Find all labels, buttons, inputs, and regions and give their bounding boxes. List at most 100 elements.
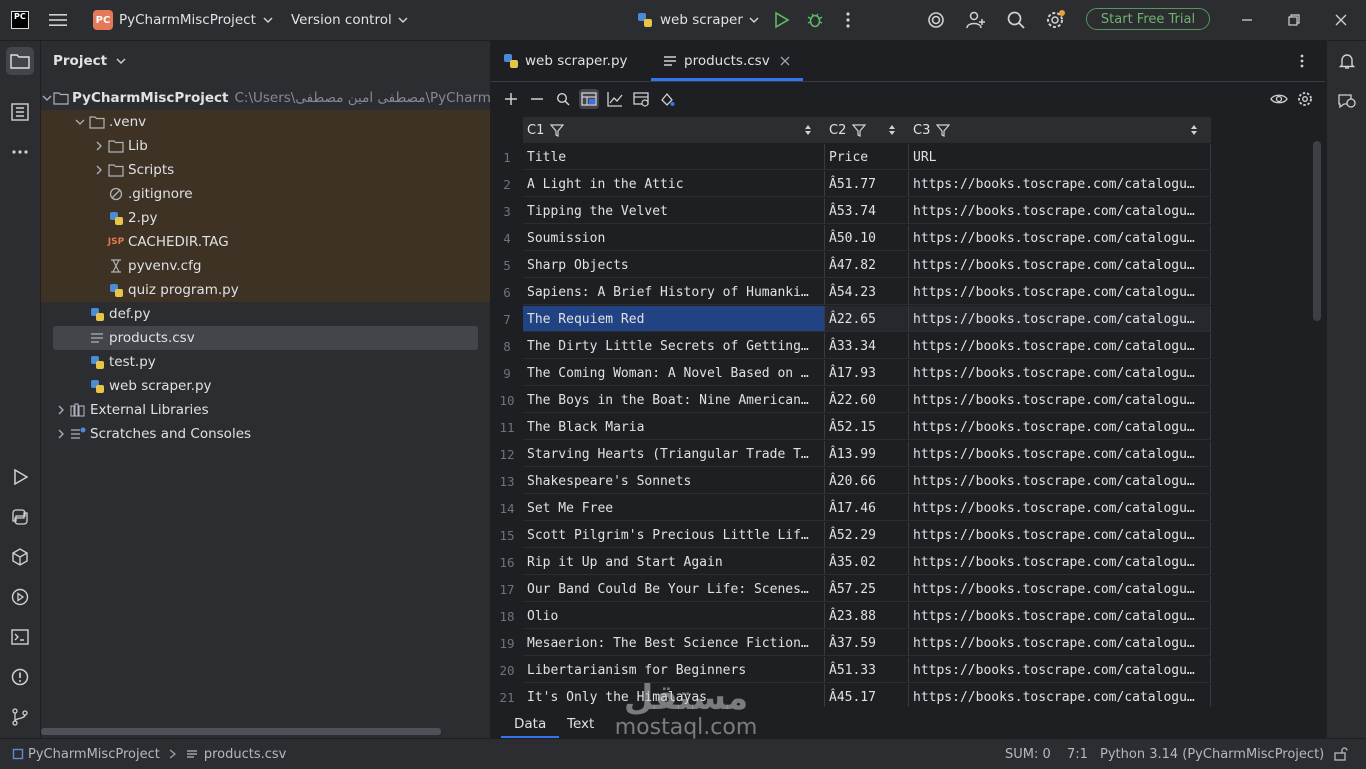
cell-title[interactable]: Rip it Up and Start Again bbox=[523, 549, 825, 575]
cell-price[interactable]: Â22.60 bbox=[825, 387, 909, 413]
tree-item-products-csv[interactable]: products.csv bbox=[53, 326, 478, 350]
problems-tool-button[interactable] bbox=[8, 665, 32, 689]
project-panel-header[interactable]: Project bbox=[53, 53, 127, 69]
close-window-button[interactable] bbox=[1334, 0, 1348, 40]
table-row[interactable]: 1 Title Price URL bbox=[491, 144, 1211, 171]
project-selector[interactable]: PC PyCharmMiscProject bbox=[93, 0, 275, 40]
chevron-right-icon[interactable] bbox=[93, 164, 105, 176]
cell-title[interactable]: Scott Pilgrim's Precious Little Lif… bbox=[523, 522, 825, 548]
tree-item-def-py[interactable]: def.py bbox=[41, 302, 490, 326]
filter-icon[interactable] bbox=[550, 123, 565, 137]
tab-data-view[interactable]: Data bbox=[501, 709, 560, 738]
cell-title[interactable]: Sharp Objects bbox=[523, 252, 825, 278]
breadcrumb-file[interactable]: products.csv bbox=[204, 747, 287, 762]
minimize-window-button[interactable] bbox=[1240, 0, 1254, 40]
cell-title[interactable]: The Coming Woman: A Novel Based on … bbox=[523, 360, 825, 386]
delete-row-button[interactable] bbox=[527, 89, 547, 109]
cell-title[interactable]: The Dirty Little Secrets of Getting… bbox=[523, 333, 825, 359]
column-header-c3[interactable]: C3 bbox=[909, 117, 1211, 143]
close-tab-icon[interactable] bbox=[779, 55, 791, 67]
sort-icon[interactable] bbox=[1189, 124, 1199, 136]
cell-url[interactable]: https://books.toscrape.com/catalogu… bbox=[909, 468, 1211, 494]
table-row[interactable]: 19 Mesaerion: The Best Science Fiction… Â3… bbox=[491, 630, 1211, 657]
git-tool-button[interactable] bbox=[8, 705, 32, 729]
settings-button[interactable] bbox=[1045, 0, 1067, 40]
vertical-scrollbar[interactable] bbox=[1313, 141, 1321, 321]
cell-price[interactable]: Â37.59 bbox=[825, 630, 909, 656]
cell-url[interactable]: https://books.toscrape.com/catalogu… bbox=[909, 306, 1211, 332]
run-config-selector[interactable]: web scraper bbox=[636, 0, 761, 40]
caret-position[interactable]: 7:1 bbox=[1067, 739, 1088, 769]
notifications-button[interactable] bbox=[1335, 49, 1359, 73]
table-row[interactable]: 12 Starving Hearts (Triangular Trade T… Â1… bbox=[491, 441, 1211, 468]
chevron-right-icon[interactable] bbox=[55, 404, 67, 416]
cell-url[interactable]: https://books.toscrape.com/catalogu… bbox=[909, 387, 1211, 413]
tree-root-project[interactable]: PyCharmMiscProject C:\Users\مصطفى امين مص… bbox=[41, 86, 490, 110]
table-row[interactable]: 2 A Light in the Attic Â51.77 https://books… bbox=[491, 171, 1211, 198]
cell-price[interactable]: Â20.66 bbox=[825, 468, 909, 494]
cell-title[interactable]: The Black Maria bbox=[523, 414, 825, 440]
breadcrumb-project[interactable]: PyCharmMiscProject bbox=[28, 747, 160, 762]
table-row[interactable]: 6 Sapiens: A Brief History of Humanki… Â54… bbox=[491, 279, 1211, 306]
tree-item-2-py[interactable]: 2.py bbox=[41, 206, 490, 230]
cell-url[interactable]: https://books.toscrape.com/catalogu… bbox=[909, 576, 1211, 602]
table-row[interactable]: 9 The Coming Woman: A Novel Based on … Â17… bbox=[491, 360, 1211, 387]
cell-url[interactable]: https://books.toscrape.com/catalogu… bbox=[909, 549, 1211, 575]
tree-item-gitignore[interactable]: .gitignore bbox=[41, 182, 490, 206]
cell-title[interactable]: Tipping the Velvet bbox=[523, 198, 825, 224]
cell-url[interactable]: https://books.toscrape.com/catalogu… bbox=[909, 603, 1211, 629]
tree-item-pyvenv-cfg[interactable]: pyvenv.cfg bbox=[41, 254, 490, 278]
tree-item-scratches-and-consoles[interactable]: Scratches and Consoles bbox=[41, 422, 490, 446]
selection-sum[interactable]: SUM: 0 bbox=[1005, 739, 1051, 769]
chevron-right-icon[interactable] bbox=[55, 428, 67, 440]
table-row[interactable]: 14 Set Me Free Â17.46 https://books.toscrap… bbox=[491, 495, 1211, 522]
chart-view-button[interactable] bbox=[605, 89, 625, 109]
cell-url[interactable]: URL bbox=[909, 144, 1211, 170]
cell-title[interactable]: Title bbox=[523, 144, 825, 170]
table-settings-button[interactable] bbox=[1295, 89, 1315, 109]
cell-url[interactable]: https://books.toscrape.com/catalogu… bbox=[909, 252, 1211, 278]
cell-url[interactable]: https://books.toscrape.com/catalogu… bbox=[909, 495, 1211, 521]
cell-title[interactable]: The Requiem Red bbox=[523, 306, 825, 332]
cell-price[interactable]: Â23.88 bbox=[825, 603, 909, 629]
cell-price[interactable]: Â52.15 bbox=[825, 414, 909, 440]
table-view-toggle[interactable] bbox=[579, 89, 599, 109]
cell-price[interactable]: Â51.33 bbox=[825, 657, 909, 683]
export-data-button[interactable] bbox=[631, 89, 651, 109]
cell-price[interactable]: Â17.46 bbox=[825, 495, 909, 521]
table-row[interactable]: 16 Rip it Up and Start Again Â35.02 https:/… bbox=[491, 549, 1211, 576]
more-tools-button[interactable] bbox=[8, 140, 32, 164]
cell-url[interactable]: https://books.toscrape.com/catalogu… bbox=[909, 360, 1211, 386]
cell-title[interactable]: Soumission bbox=[523, 225, 825, 251]
cell-price[interactable]: Â17.93 bbox=[825, 360, 909, 386]
table-row[interactable]: 11 The Black Maria Â52.15 https://books.tos… bbox=[491, 414, 1211, 441]
python-packages-button[interactable] bbox=[8, 545, 32, 569]
structure-tool-button[interactable] bbox=[8, 100, 32, 124]
cell-price[interactable]: Â57.25 bbox=[825, 576, 909, 602]
cell-price[interactable]: Â51.77 bbox=[825, 171, 909, 197]
cell-url[interactable]: https://books.toscrape.com/catalogu… bbox=[909, 441, 1211, 467]
find-button[interactable] bbox=[553, 89, 573, 109]
cell-url[interactable]: https://books.toscrape.com/catalogu… bbox=[909, 279, 1211, 305]
table-row[interactable]: 3 Tipping the Velvet Â53.74 https://books.t… bbox=[491, 198, 1211, 225]
chevron-down-icon[interactable] bbox=[41, 92, 53, 104]
cell-url[interactable]: https://books.toscrape.com/catalogu… bbox=[909, 684, 1211, 707]
filter-icon[interactable] bbox=[852, 123, 867, 137]
tree-item-cachedir-tag[interactable]: JSP CACHEDIR.TAG bbox=[41, 230, 490, 254]
cell-price[interactable]: Â35.02 bbox=[825, 549, 909, 575]
run-button[interactable] bbox=[772, 0, 790, 40]
cell-title[interactable]: Mesaerion: The Best Science Fiction… bbox=[523, 630, 825, 656]
version-control-menu[interactable]: Version control bbox=[291, 0, 410, 40]
tree-item-scripts[interactable]: Scripts bbox=[41, 158, 490, 182]
tab-options-button[interactable] bbox=[1299, 41, 1305, 81]
table-row[interactable]: 18 Olio Â23.88 https://books.toscrape.com/c… bbox=[491, 603, 1211, 630]
terminal-tool-button[interactable] bbox=[8, 625, 32, 649]
code-with-me-button[interactable] bbox=[966, 0, 986, 40]
cell-title[interactable]: Olio bbox=[523, 603, 825, 629]
table-row[interactable]: 13 Shakespeare's Sonnets Â20.66 https://boo… bbox=[491, 468, 1211, 495]
cell-price[interactable]: Â47.82 bbox=[825, 252, 909, 278]
table-row[interactable]: 8 The Dirty Little Secrets of Getting… Â33… bbox=[491, 333, 1211, 360]
cell-url[interactable]: https://books.toscrape.com/catalogu… bbox=[909, 333, 1211, 359]
start-free-trial-button[interactable]: Start Free Trial bbox=[1086, 8, 1210, 30]
horizontal-scrollbar[interactable] bbox=[41, 728, 441, 735]
